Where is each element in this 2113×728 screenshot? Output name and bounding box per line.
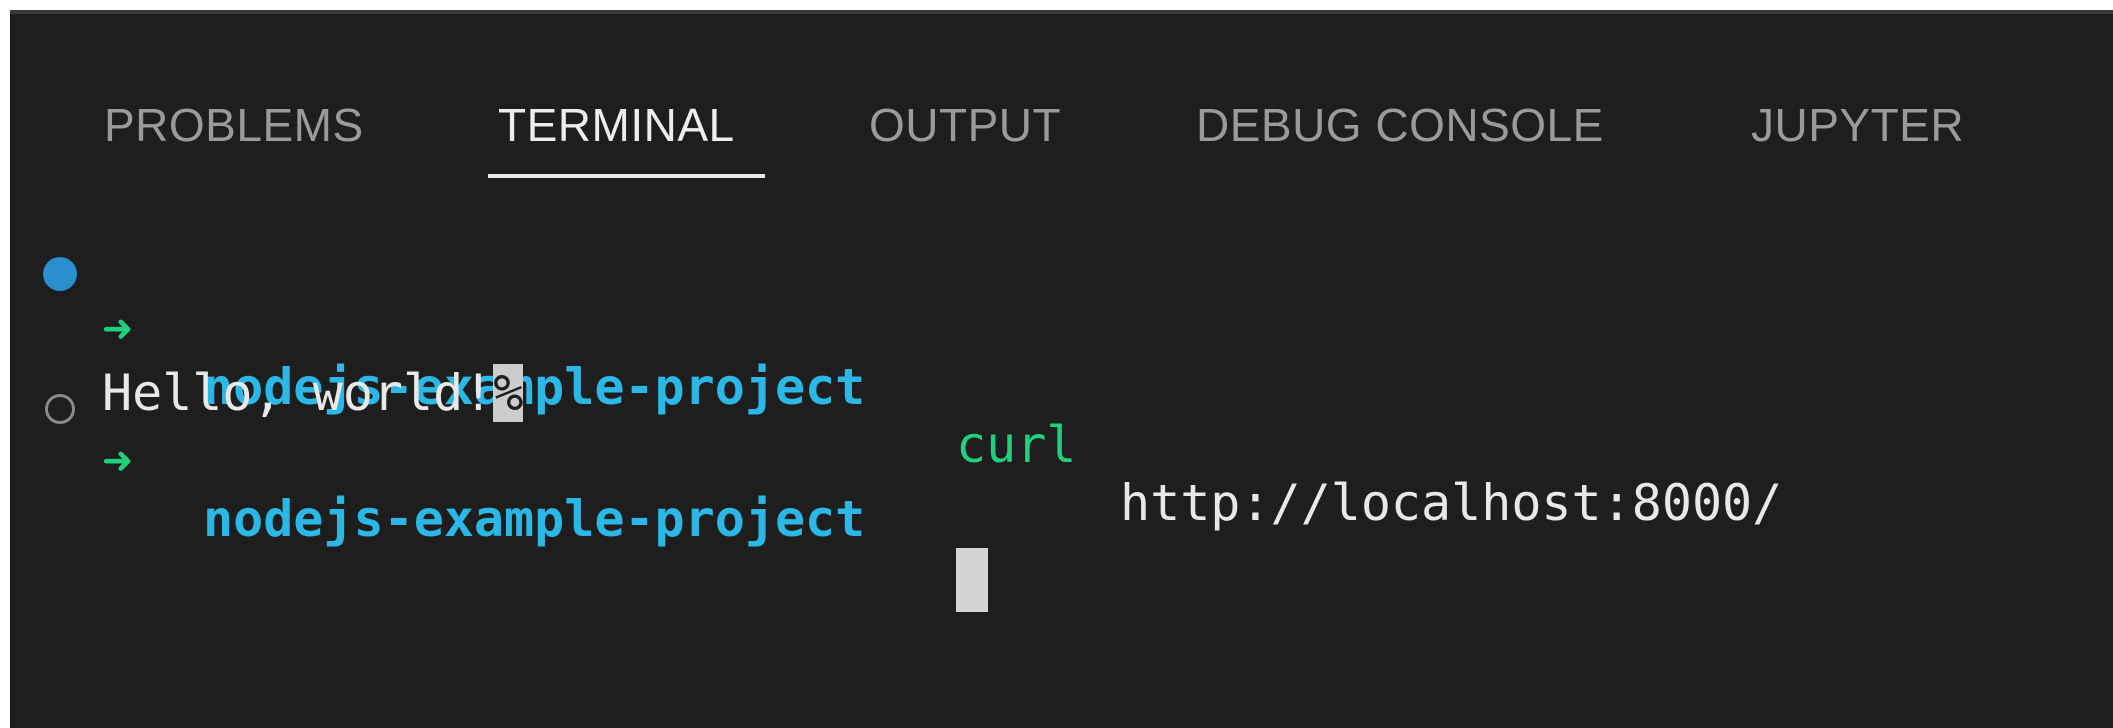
terminal-output-area[interactable]: ➜ nodejs-example-project curl http://loc… <box>10 14 2113 728</box>
prompt-arrow-icon: ➜ <box>102 432 133 490</box>
partial-line-marker: % <box>493 364 524 422</box>
terminal-line: ➜ nodejs-example-project <box>10 374 988 612</box>
command-name: curl <box>956 416 1077 474</box>
terminal-line: Hello, world!% <box>10 306 524 422</box>
terminal-panel: PROBLEMS TERMINAL OUTPUT DEBUG CONSOLE J… <box>10 10 2113 728</box>
terminal-line: ➜ nodejs-example-project curl http://loc… <box>10 242 1782 532</box>
command-args: http://localhost:8000/ <box>1120 474 1783 532</box>
terminal-cursor <box>956 548 988 612</box>
prompt-cwd: nodejs-example-project <box>203 490 866 548</box>
